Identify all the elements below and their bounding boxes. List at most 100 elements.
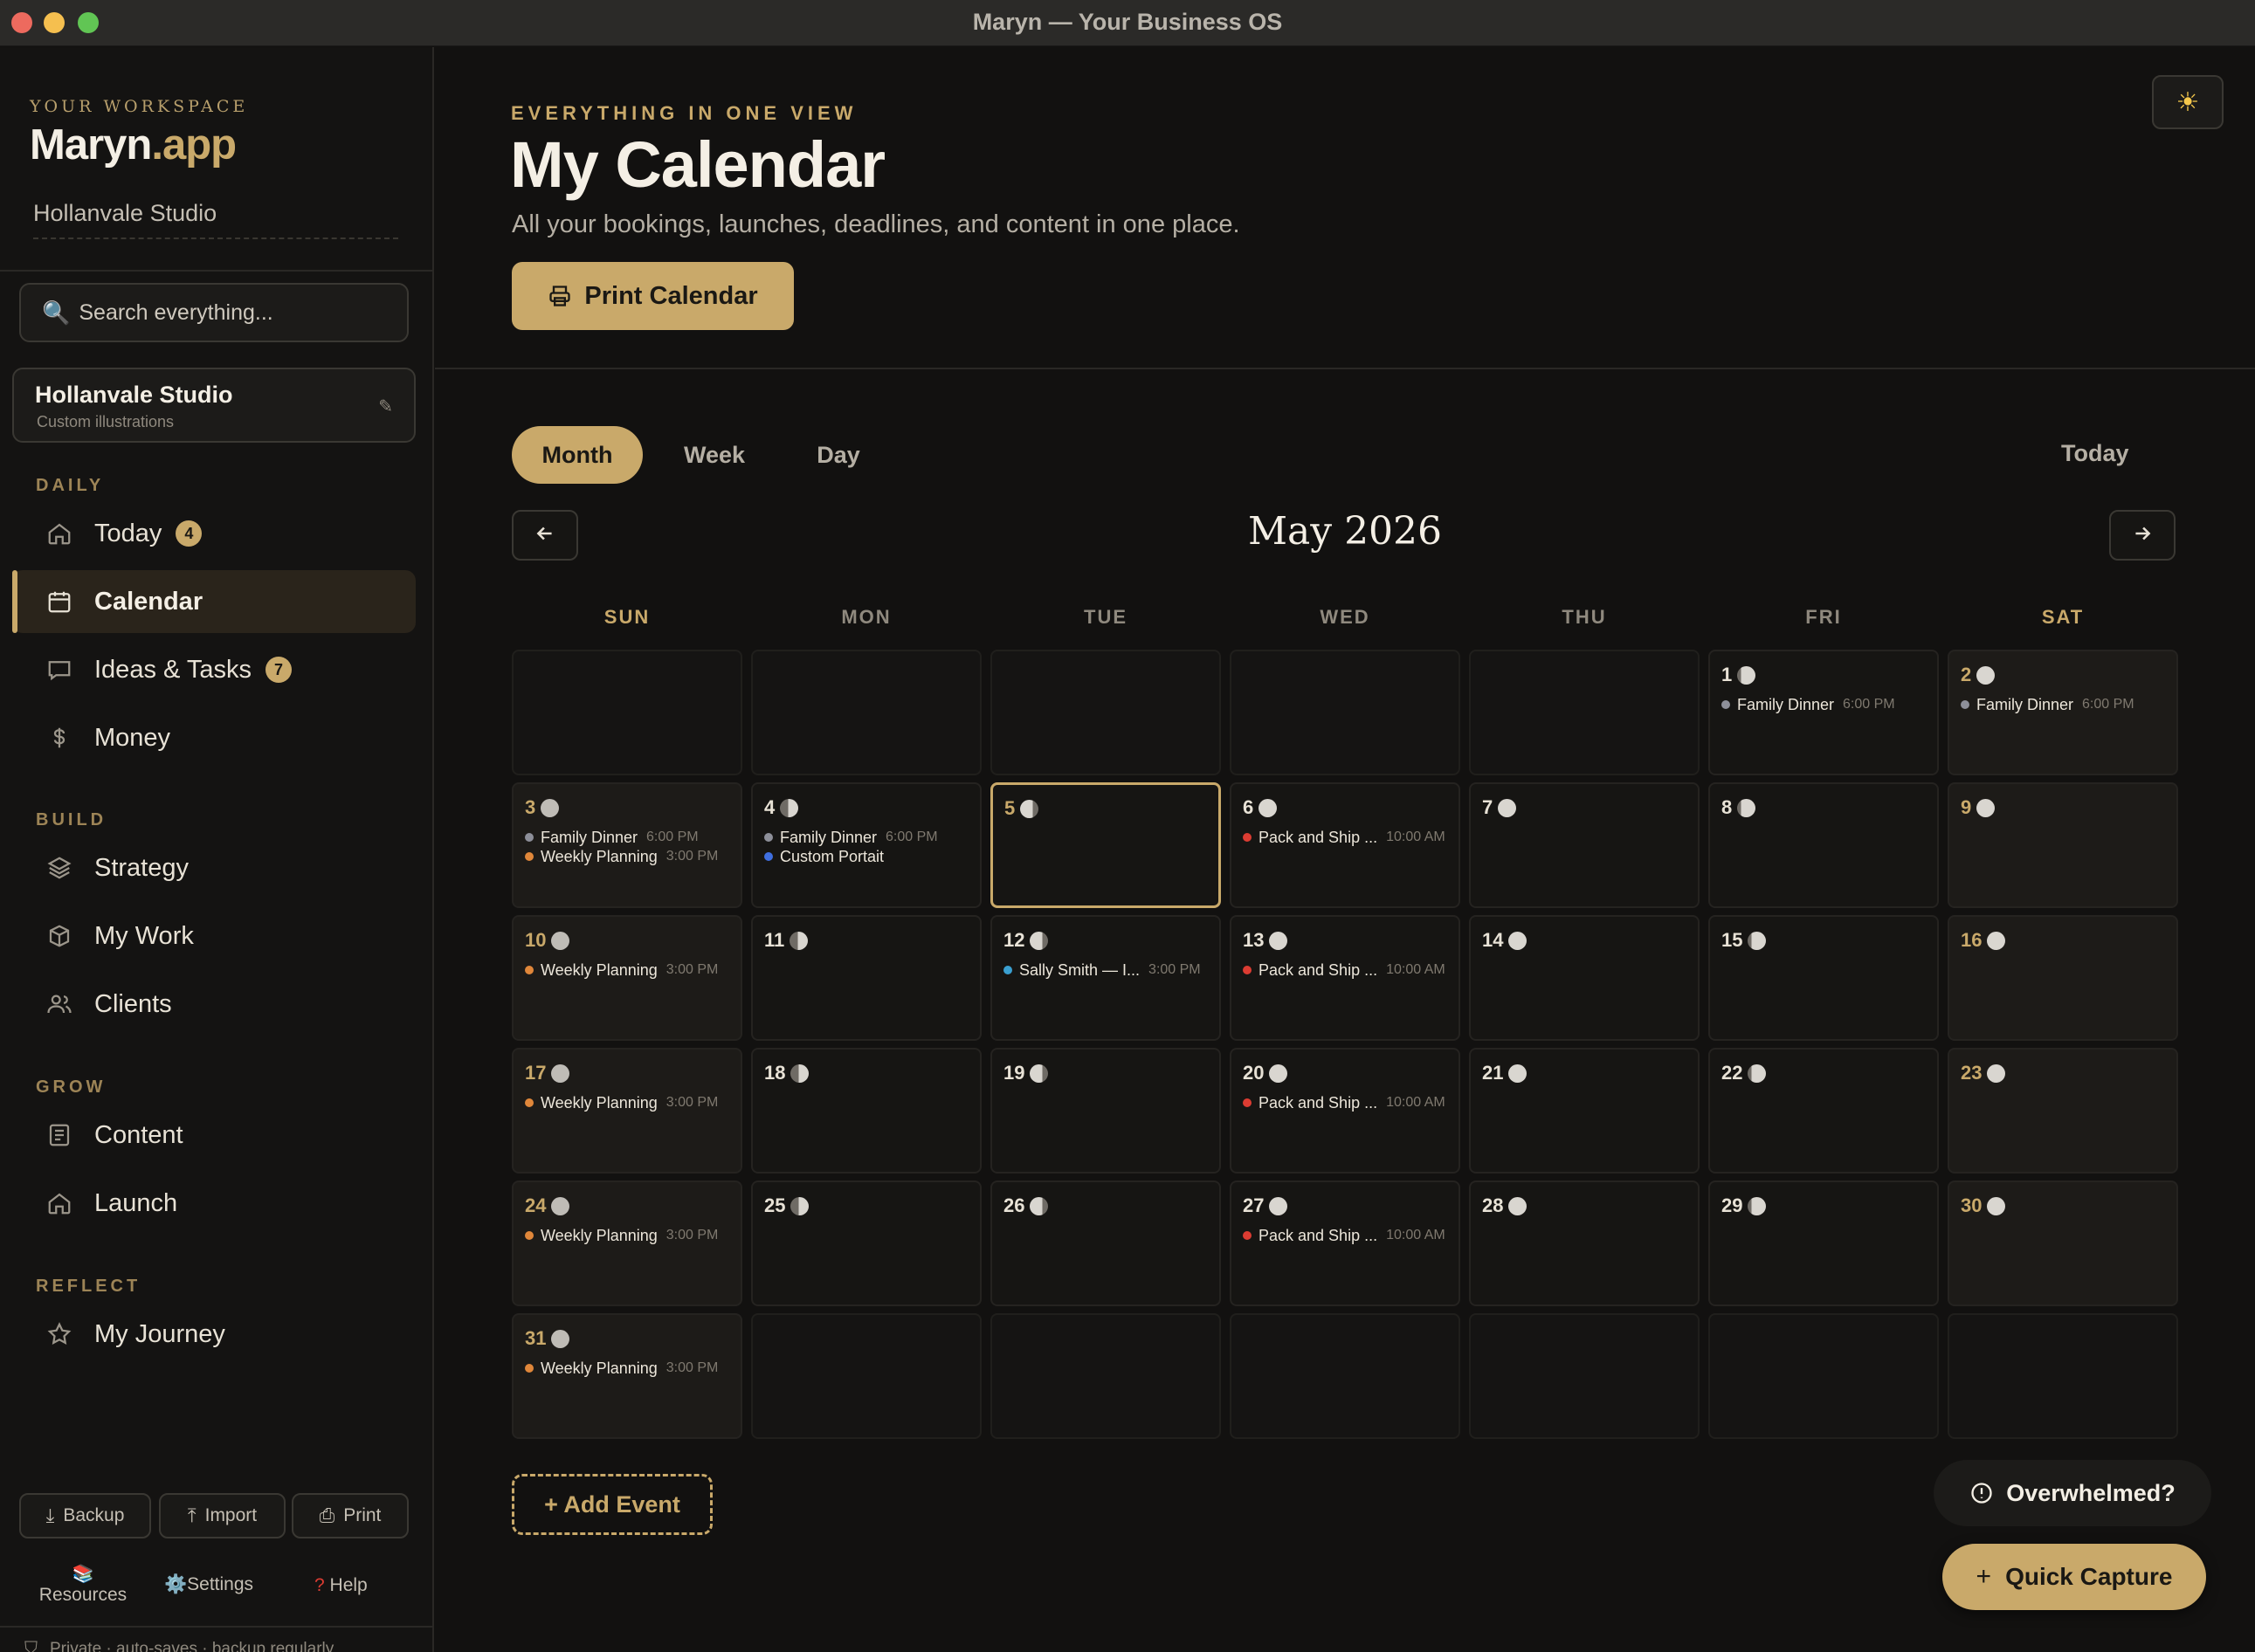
- calendar-day-cell[interactable]: 6 Pack and Ship ... 10:00 AM: [1230, 782, 1460, 908]
- calendar-day-cell[interactable]: 24 Weekly Planning 3:00 PM: [512, 1180, 742, 1306]
- calendar-event[interactable]: Pack and Ship ... 10:00 AM: [1243, 1093, 1450, 1112]
- calendar-event[interactable]: Sally Smith — I... 3:00 PM: [1003, 960, 1210, 980]
- event-color-dot: [1243, 1231, 1252, 1240]
- calendar-event[interactable]: Family Dinner 6:00 PM: [525, 828, 732, 847]
- studio-switcher[interactable]: Hollanvale Studio Custom illustrations ✎: [12, 368, 416, 443]
- sidebar-item-strategy[interactable]: Strategy: [12, 836, 416, 899]
- print-calendar-button[interactable]: Print Calendar: [512, 262, 794, 330]
- day-number-text: 18: [764, 1062, 786, 1084]
- overwhelmed-button[interactable]: Overwhelmed?: [1934, 1460, 2211, 1526]
- event-time: 3:00 PM: [1148, 962, 1201, 977]
- moon-phase-icon: [1020, 799, 1039, 818]
- moon-phase-icon: [780, 798, 799, 817]
- calendar-day-cell[interactable]: 18: [751, 1048, 982, 1174]
- calendar-day-cell[interactable]: 12 Sally Smith — I... 3:00 PM: [990, 915, 1221, 1041]
- day-number: 27: [1243, 1194, 1288, 1217]
- sidebar-item-launch[interactable]: Launch: [12, 1172, 416, 1235]
- prev-month-button[interactable]: [512, 510, 578, 561]
- calendar-day-cell[interactable]: 23: [1948, 1048, 2178, 1174]
- studio-subtitle: Custom illustrations: [37, 413, 175, 430]
- help-link[interactable]: ? Help: [314, 1575, 368, 1596]
- tab-week[interactable]: Week: [664, 426, 765, 484]
- import-button[interactable]: ⤒ Import: [159, 1493, 286, 1538]
- sidebar-item-today[interactable]: Today 4: [12, 502, 416, 565]
- next-month-button[interactable]: [2109, 510, 2176, 561]
- calendar-day-cell[interactable]: 10 Weekly Planning 3:00 PM: [512, 915, 742, 1041]
- calendar-day-cell[interactable]: 27 Pack and Ship ... 10:00 AM: [1230, 1180, 1460, 1306]
- tab-month[interactable]: Month: [512, 426, 643, 484]
- calendar-event[interactable]: Weekly Planning 3:00 PM: [525, 960, 732, 980]
- sidebar-item-clients[interactable]: Clients: [12, 973, 416, 1036]
- calendar-day-cell[interactable]: 8: [1708, 782, 1939, 908]
- calendar-day-cell[interactable]: 17 Weekly Planning 3:00 PM: [512, 1048, 742, 1174]
- calendar-event[interactable]: Family Dinner 6:00 PM: [764, 828, 971, 847]
- ideas-count-badge: 7: [265, 657, 293, 683]
- calendar-event[interactable]: Pack and Ship ... 10:00 AM: [1243, 960, 1450, 980]
- quick-capture-button[interactable]: + Quick Capture: [1942, 1544, 2206, 1610]
- event-time: 3:00 PM: [665, 1360, 719, 1375]
- day-number-text: 15: [1721, 929, 1743, 951]
- resources-link[interactable]: 📚 Resources: [35, 1563, 131, 1606]
- star-icon: [44, 1318, 75, 1350]
- event-time: 6:00 PM: [646, 829, 699, 844]
- calendar-event[interactable]: Weekly Planning 3:00 PM: [525, 847, 732, 866]
- calendar-event[interactable]: Weekly Planning 3:00 PM: [525, 1093, 732, 1112]
- add-event-button[interactable]: + Add Event: [512, 1474, 713, 1535]
- calendar-day-cell[interactable]: 31 Weekly Planning 3:00 PM: [512, 1313, 742, 1439]
- sidebar-item-ideas-tasks[interactable]: Ideas & Tasks 7: [12, 638, 416, 701]
- calendar-day-cell[interactable]: 3 Family Dinner 6:00 PM Weekly Planning 3:00…: [512, 782, 742, 908]
- calendar-day-cell-today[interactable]: 5: [990, 782, 1221, 908]
- calendar-day-cell[interactable]: 22: [1708, 1048, 1939, 1174]
- calendar-event[interactable]: Weekly Planning 3:00 PM: [525, 1359, 732, 1378]
- event-color-dot: [525, 966, 534, 974]
- event-name: Weekly Planning: [541, 847, 658, 865]
- calendar-event[interactable]: Pack and Ship ... 10:00 AM: [1243, 1226, 1450, 1245]
- pencil-icon[interactable]: ✎: [378, 396, 393, 417]
- day-number-text: 1: [1721, 664, 1733, 685]
- sidebar-item-content[interactable]: Content: [12, 1104, 416, 1167]
- calendar-day-cell[interactable]: 14: [1469, 915, 1700, 1041]
- calendar-day-cell[interactable]: 21: [1469, 1048, 1700, 1174]
- calendar-day-cell[interactable]: 7: [1469, 782, 1700, 908]
- day-number: 23: [1961, 1062, 2006, 1084]
- day-number: 14: [1482, 929, 1527, 952]
- calendar-day-cell[interactable]: 26: [990, 1180, 1221, 1306]
- calendar-day-cell[interactable]: 15: [1708, 915, 1939, 1041]
- sidebar-item-my-journey[interactable]: My Journey: [12, 1303, 416, 1366]
- calendar-day-cell[interactable]: 19: [990, 1048, 1221, 1174]
- sidebar-item-calendar[interactable]: Calendar: [12, 570, 416, 633]
- settings-link[interactable]: ⚙️Settings: [164, 1574, 253, 1595]
- event-list: Pack and Ship ... 10:00 AM: [1243, 1226, 1450, 1245]
- tab-day[interactable]: Day: [786, 426, 891, 484]
- calendar-day-cell[interactable]: 1 Family Dinner 6:00 PM: [1708, 650, 1939, 775]
- calendar-day-cell[interactable]: 29: [1708, 1180, 1939, 1306]
- calendar-event[interactable]: Pack and Ship ... 10:00 AM: [1243, 828, 1450, 847]
- calendar-day-cell[interactable]: 13 Pack and Ship ... 10:00 AM: [1230, 915, 1460, 1041]
- calendar-day-cell[interactable]: 9: [1948, 782, 2178, 908]
- calendar-day-cell[interactable]: 2 Family Dinner 6:00 PM: [1948, 650, 2178, 775]
- print-button[interactable]: ⎙ Print: [292, 1493, 409, 1538]
- gear-icon: ⚙️: [164, 1574, 188, 1594]
- calendar-day-cell[interactable]: 11: [751, 915, 982, 1041]
- calendar-day-cell[interactable]: 20 Pack and Ship ... 10:00 AM: [1230, 1048, 1460, 1174]
- calendar-event[interactable]: Weekly Planning 3:00 PM: [525, 1226, 732, 1245]
- calendar-day-cell[interactable]: 16: [1948, 915, 2178, 1041]
- calendar-day-cell[interactable]: 30: [1948, 1180, 2178, 1306]
- backup-button[interactable]: ⤓ Backup: [19, 1493, 151, 1538]
- search-input[interactable]: 🔍 Search everything...: [19, 283, 409, 342]
- workspace-name[interactable]: Hollanvale Studio: [33, 200, 398, 239]
- event-name: Pack and Ship ...: [1259, 828, 1378, 846]
- event-time: 10:00 AM: [1386, 829, 1445, 844]
- calendar-event[interactable]: Family Dinner 6:00 PM: [1961, 695, 2168, 714]
- today-button[interactable]: Today: [2061, 440, 2129, 467]
- theme-toggle-button[interactable]: ☀: [2152, 75, 2224, 129]
- calendar-day-cell[interactable]: 4 Family Dinner 6:00 PM Custom Portait: [751, 782, 982, 908]
- calendar-event[interactable]: Custom Portait: [764, 847, 971, 866]
- calendar-day-cell[interactable]: 25: [751, 1180, 982, 1306]
- sidebar-item-money[interactable]: Money: [12, 706, 416, 769]
- arrow-right-icon: [2131, 522, 2154, 549]
- calendar-event[interactable]: Family Dinner 6:00 PM: [1721, 695, 1928, 714]
- calendar-day-cell[interactable]: 28: [1469, 1180, 1700, 1306]
- brand-logo[interactable]: Maryn.app: [30, 120, 237, 169]
- sidebar-item-my-work[interactable]: My Work: [12, 905, 416, 967]
